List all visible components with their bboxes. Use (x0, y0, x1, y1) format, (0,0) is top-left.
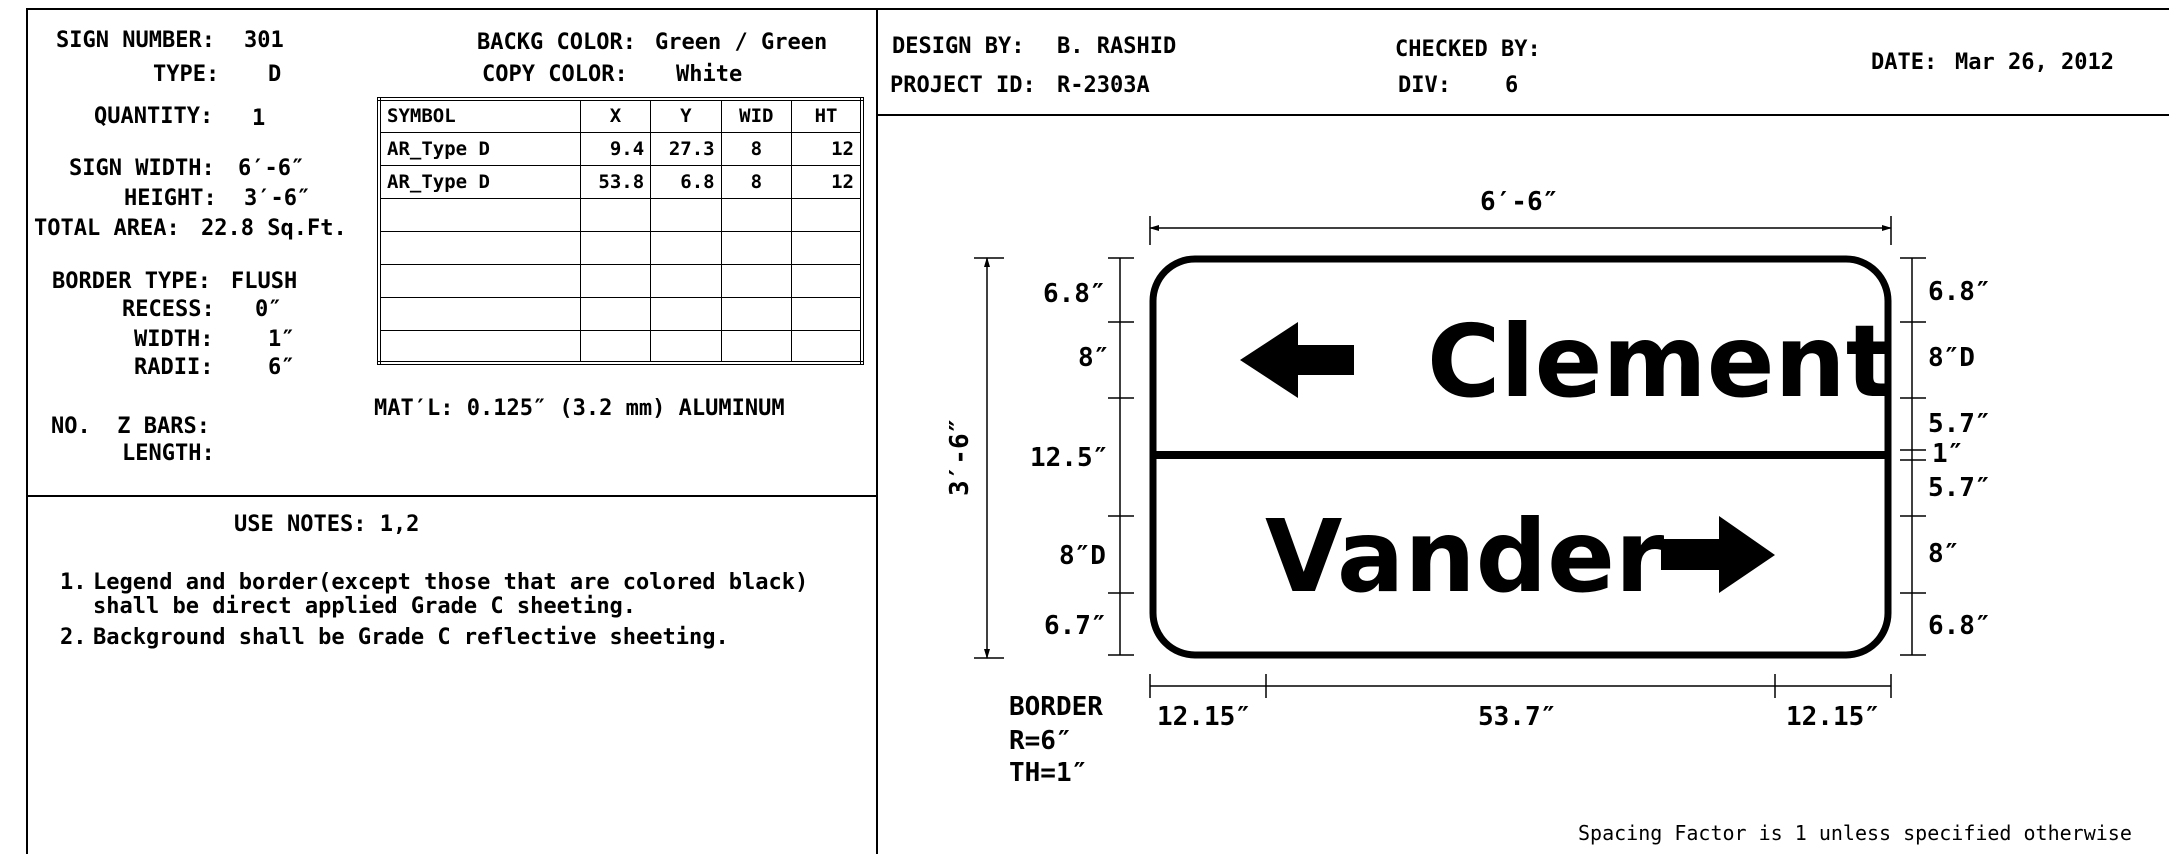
left-dim-4: 8″D (1059, 541, 1106, 571)
left-dim-3: 12.5″ (1030, 443, 1108, 473)
height-dim-label: 3′-6″ (945, 418, 975, 496)
border-note-3: TH=1″ (1009, 758, 1087, 788)
right-dim-7: 6.8″ (1928, 611, 1991, 641)
bottom-chain-dim (1149, 674, 1892, 698)
right-dim-1: 6.8″ (1928, 277, 1991, 307)
sign-drawing: Clement Vander 6′-6″ 3′-6″ 6.8″ 8″ 12.5″… (945, 187, 1991, 788)
border-note-2: R=6″ (1009, 726, 1072, 756)
right-dim-4: 1″ (1932, 439, 1963, 469)
right-dim-6: 8″ (1928, 539, 1959, 569)
spacing-factor-note: Spacing Factor is 1 unless specified oth… (1578, 821, 2132, 845)
width-dim-label: 6′-6″ (1480, 187, 1558, 217)
left-dim-5: 6.7″ (1044, 611, 1107, 641)
left-dim-1: 6.8″ (1043, 279, 1106, 309)
right-dim-2: 8″D (1928, 343, 1975, 373)
bottom-dim-1: 12.15″ (1157, 702, 1251, 732)
right-dim-3: 5.7″ (1928, 409, 1991, 439)
left-chain-dim (1108, 257, 1134, 656)
left-dim-2: 8″ (1078, 343, 1109, 373)
right-dim-5: 5.7″ (1928, 473, 1991, 503)
sign-bottom-legend: Vander (1265, 498, 1665, 615)
bottom-dim-2: 53.7″ (1478, 702, 1556, 732)
right-chain-dim (1900, 257, 1926, 656)
border-note-1: BORDER (1009, 692, 1103, 722)
sign-top-legend: Clement (1427, 303, 1894, 420)
bottom-dim-3: 12.15″ (1786, 702, 1880, 732)
